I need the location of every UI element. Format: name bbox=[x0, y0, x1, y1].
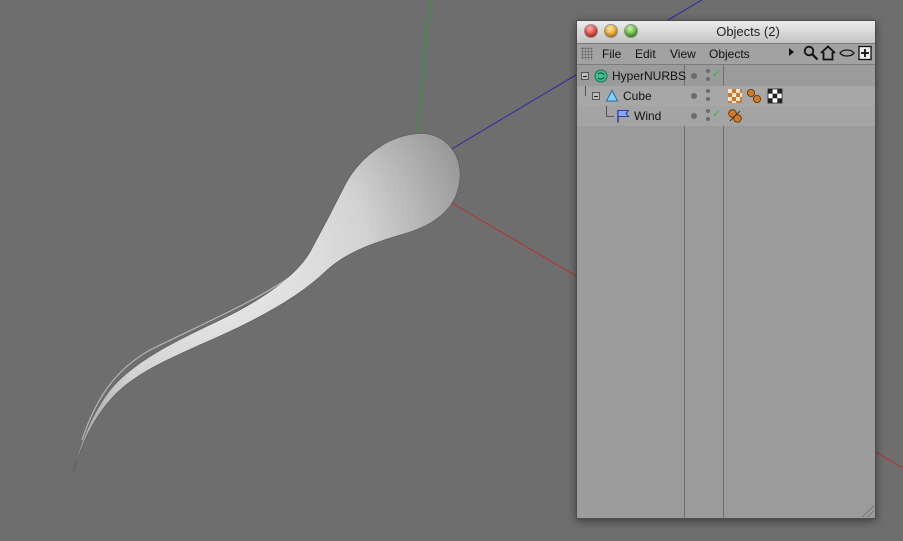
search-icon[interactable] bbox=[803, 45, 819, 61]
object-name[interactable]: HyperNURBS bbox=[612, 69, 686, 83]
cube-icon bbox=[605, 89, 619, 102]
column-separator[interactable] bbox=[723, 65, 724, 518]
enabled-check-icon[interactable]: ✓ bbox=[712, 107, 721, 120]
render-visibility-dot-small[interactable] bbox=[706, 117, 710, 121]
menu-edit[interactable]: Edit bbox=[635, 47, 656, 61]
editor-visibility-dot-small[interactable] bbox=[706, 109, 710, 113]
collapse-toggle-icon[interactable] bbox=[581, 72, 589, 80]
column-separator[interactable] bbox=[684, 65, 685, 518]
object-row-wind[interactable]: Wind ✓ bbox=[577, 106, 875, 126]
menu-bar: File Edit View Objects bbox=[577, 44, 875, 65]
drag-grip-icon[interactable] bbox=[581, 47, 593, 60]
y-axis-line bbox=[416, 0, 431, 146]
wind-icon bbox=[617, 110, 630, 123]
new-window-icon[interactable] bbox=[857, 45, 873, 61]
resize-handle[interactable] bbox=[862, 505, 874, 517]
texture-tag-icon[interactable] bbox=[727, 88, 743, 104]
editor-visibility-dot[interactable] bbox=[691, 113, 697, 119]
title-bar[interactable]: Objects (2) bbox=[577, 21, 875, 44]
hypernurbs-icon bbox=[594, 69, 608, 83]
hypernurbs-model[interactable] bbox=[72, 133, 461, 475]
editor-visibility-dot[interactable] bbox=[691, 73, 697, 79]
menu-file[interactable]: File bbox=[602, 47, 621, 61]
window-title: Objects (2) bbox=[716, 24, 780, 39]
collapse-toggle-icon[interactable] bbox=[592, 92, 600, 100]
objects-window: Objects (2) File Edit View Objects Hyper… bbox=[576, 20, 876, 519]
render-visibility-dot-small[interactable] bbox=[706, 97, 710, 101]
object-name[interactable]: Cube bbox=[623, 89, 652, 103]
menu-objects[interactable]: Objects bbox=[709, 47, 750, 61]
spheres-tag-icon[interactable] bbox=[746, 88, 762, 104]
checker-tag-icon[interactable] bbox=[767, 88, 783, 104]
object-name[interactable]: Wind bbox=[634, 109, 661, 123]
dynamics-tag-icon[interactable] bbox=[727, 108, 743, 124]
tree-line bbox=[585, 86, 586, 96]
object-row-hypernurbs[interactable]: HyperNURBS ✓ bbox=[577, 66, 875, 86]
tree-line bbox=[606, 106, 607, 116]
editor-visibility-dot-small[interactable] bbox=[706, 89, 710, 93]
editor-visibility-dot[interactable] bbox=[691, 93, 697, 99]
tree-line bbox=[606, 116, 614, 117]
render-visibility-dot-small[interactable] bbox=[706, 77, 710, 81]
editor-visibility-dot-small[interactable] bbox=[706, 69, 710, 73]
object-row-cube[interactable]: Cube bbox=[577, 86, 875, 106]
eye-icon[interactable] bbox=[839, 45, 855, 61]
enabled-check-icon[interactable]: ✓ bbox=[712, 67, 721, 80]
menu-overflow-arrow-icon[interactable] bbox=[789, 48, 794, 56]
object-list[interactable]: HyperNURBS ✓ Cube Wind ✓ bbox=[577, 65, 875, 518]
home-icon[interactable] bbox=[820, 45, 836, 61]
menu-view[interactable]: View bbox=[670, 47, 696, 61]
